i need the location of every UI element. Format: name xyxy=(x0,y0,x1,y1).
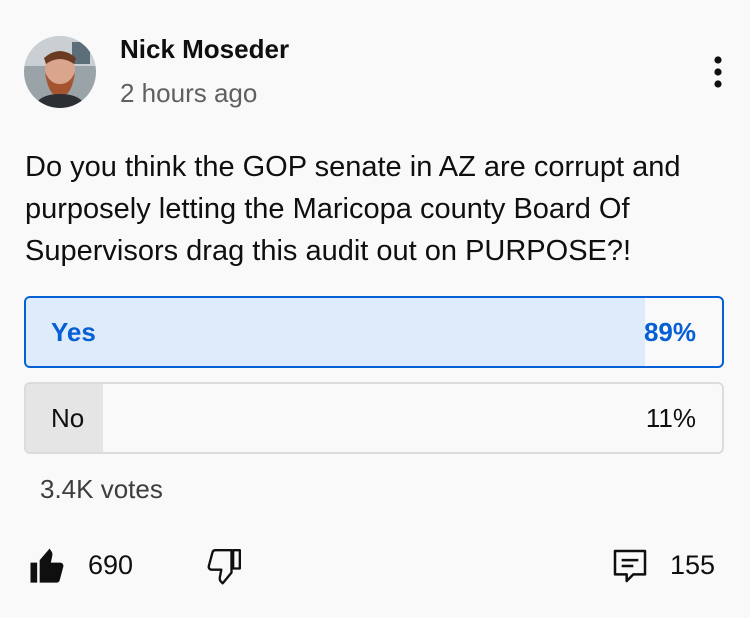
comments-button[interactable] xyxy=(610,546,650,586)
poll-option-no[interactable]: No 11% xyxy=(24,382,724,454)
post-text: Do you think the GOP senate in AZ are co… xyxy=(25,151,681,267)
author-name[interactable]: Nick Moseder xyxy=(120,34,289,65)
poll-option-no-percent: 11% xyxy=(645,403,696,433)
comment-icon xyxy=(613,549,647,583)
post-timestamp: 2 hours ago xyxy=(120,78,258,108)
like-count: 690 xyxy=(88,550,134,580)
thumb-down-outline-icon xyxy=(207,549,241,585)
dislike-button[interactable] xyxy=(204,546,244,586)
more-vert-icon xyxy=(714,56,722,88)
avatar-image xyxy=(24,36,96,108)
more-options-button[interactable] xyxy=(700,52,736,92)
poll-vote-count: 3.4K votes xyxy=(40,474,163,504)
comment-count: 155 xyxy=(670,550,716,580)
poll-option-yes-fill xyxy=(26,298,646,366)
author-avatar[interactable] xyxy=(24,36,96,108)
thumb-up-filled-icon xyxy=(30,548,64,583)
poll-option-yes-label: Yes xyxy=(51,317,96,347)
like-button[interactable] xyxy=(28,546,68,586)
poll-option-yes-percent: 89% xyxy=(643,317,696,347)
poll-option-no-label: No xyxy=(51,403,85,433)
poll-option-yes[interactable]: Yes 89% xyxy=(24,296,724,368)
